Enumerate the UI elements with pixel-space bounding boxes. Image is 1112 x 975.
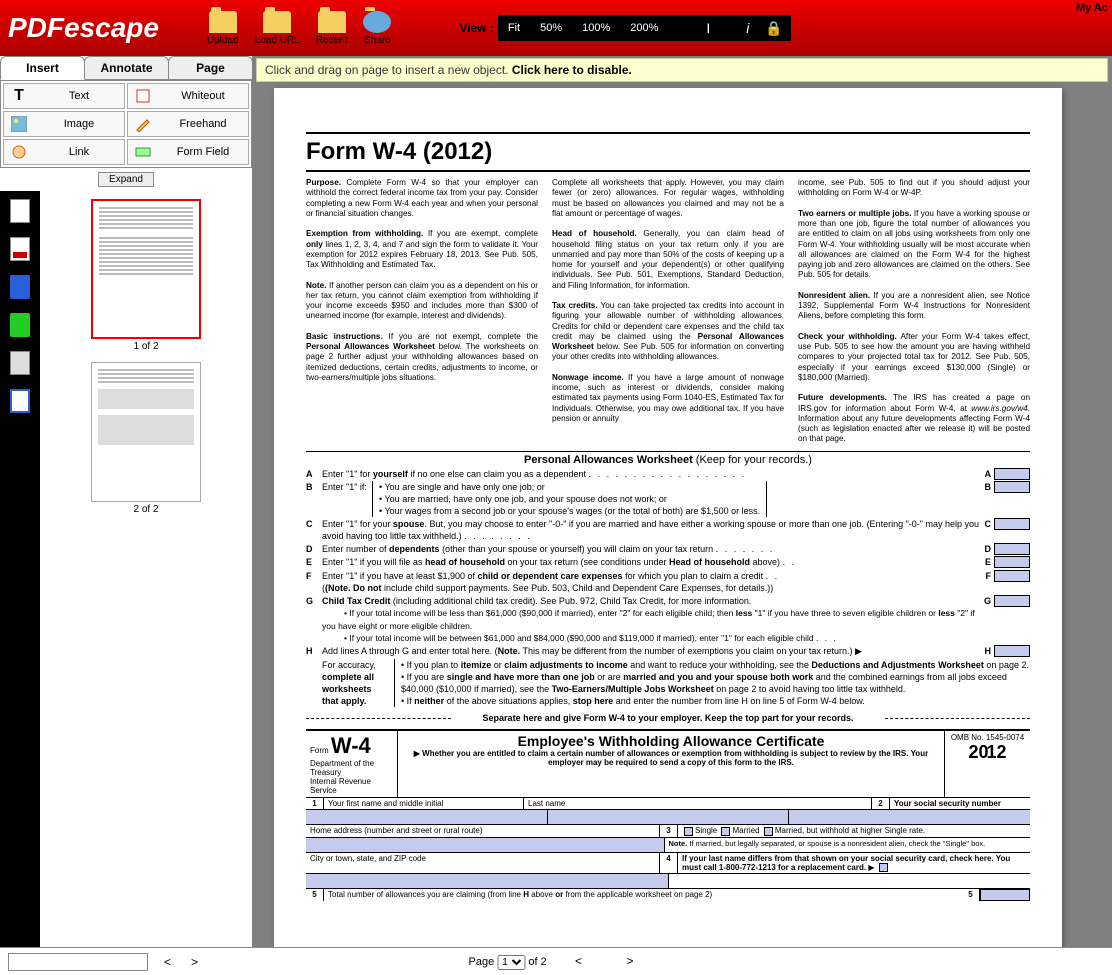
save-icon[interactable] — [10, 275, 30, 299]
page-prev[interactable]: < — [575, 954, 582, 968]
download-icon[interactable] — [10, 313, 30, 337]
thumbnail-2[interactable]: 2 of 2 — [48, 362, 244, 515]
hint-bar: Click and drag on page to insert a new o… — [256, 58, 1108, 82]
zoom-fit[interactable]: Fit — [498, 22, 530, 34]
bottom-bar: < > Page 1 of 2 < > — [0, 947, 1112, 975]
load-url-button[interactable]: Load URL — [255, 11, 300, 46]
city-input[interactable] — [306, 874, 669, 888]
page-next[interactable]: > — [626, 954, 633, 968]
thumbnail-2-label: 2 of 2 — [48, 504, 244, 515]
search-next[interactable]: > — [191, 955, 198, 969]
tool-image[interactable]: Image — [3, 111, 125, 137]
field-D[interactable] — [994, 543, 1030, 555]
text-icon: T — [8, 85, 30, 107]
thumbnail-1[interactable]: 1 of 2 — [48, 199, 244, 352]
chk-name-differs[interactable] — [879, 863, 888, 872]
text-cursor-icon[interactable]: I — [698, 20, 718, 36]
disable-link[interactable]: Click here to disable. — [512, 63, 632, 77]
expand-button[interactable]: Expand — [98, 172, 154, 187]
window-icon[interactable] — [10, 389, 30, 413]
tab-insert[interactable]: Insert — [0, 56, 85, 80]
tab-annotate[interactable]: Annotate — [84, 56, 169, 80]
pencil-icon — [132, 113, 154, 135]
upload-button[interactable]: Upload — [207, 11, 239, 46]
thumbnail-panel: 1 of 2 2 of 2 — [40, 191, 252, 947]
share-button[interactable]: Share — [363, 11, 391, 46]
left-panel: Insert Annotate Page TText Whiteout Imag… — [0, 56, 252, 947]
pdf-page[interactable]: Form W-4 (2012) Purpose. Complete Form W… — [274, 88, 1062, 947]
tool-form-field[interactable]: Form Field — [127, 139, 249, 165]
chk-single[interactable] — [684, 827, 693, 836]
zoom-input[interactable] — [668, 21, 698, 36]
search-prev[interactable]: < — [164, 955, 171, 969]
ssn-input[interactable] — [788, 810, 1030, 824]
link-icon — [8, 141, 30, 163]
field-H[interactable] — [994, 645, 1030, 657]
tool-text[interactable]: TText — [3, 83, 125, 109]
instruction-columns: Purpose. Complete Form W-4 so that your … — [306, 178, 1030, 445]
app-logo: PDFescape — [8, 12, 159, 44]
search-input[interactable] — [8, 953, 148, 971]
image-icon — [8, 113, 30, 135]
zoom-50[interactable]: 50% — [530, 22, 572, 34]
tab-page[interactable]: Page — [168, 56, 253, 80]
zoom-100[interactable]: 100% — [572, 22, 620, 34]
page-select[interactable]: 1 — [497, 955, 525, 970]
form-field-icon — [132, 141, 154, 163]
field-F[interactable] — [994, 570, 1030, 582]
separator: Separate here and give Form W-4 to your … — [306, 713, 1030, 723]
recent-button[interactable]: Recent — [316, 11, 348, 46]
thumbnail-1-label: 1 of 2 — [48, 341, 244, 352]
tool-link[interactable]: Link — [3, 139, 125, 165]
view-label: View : — [459, 21, 493, 35]
zoom-bar: Fit 50% 100% 200% I i 🔒 — [498, 15, 791, 41]
new-page-icon[interactable] — [10, 199, 30, 223]
whiteout-icon — [132, 85, 154, 107]
tool-whiteout[interactable]: Whiteout — [127, 83, 249, 109]
field-B[interactable] — [994, 481, 1030, 493]
tool-freehand[interactable]: Freehand — [127, 111, 249, 137]
zoom-200[interactable]: 200% — [620, 22, 668, 34]
field-C[interactable] — [994, 518, 1030, 530]
my-account-link[interactable]: My Ac — [1076, 2, 1108, 14]
document-area[interactable]: Click and drag on page to insert a new o… — [252, 56, 1112, 947]
info-icon[interactable]: i — [738, 20, 757, 36]
address-input[interactable] — [306, 838, 665, 852]
chk-married[interactable] — [721, 827, 730, 836]
lock-icon[interactable]: 🔒 — [757, 20, 790, 37]
form-title: Form W-4 (2012) — [306, 132, 1030, 172]
chk-married-single[interactable] — [764, 827, 773, 836]
side-icon-column — [0, 191, 40, 947]
top-toolbar: PDFescape Upload Load URL Recent Share V… — [0, 0, 1112, 56]
field-E[interactable] — [994, 556, 1030, 568]
worksheet-heading: Personal Allowances Worksheet (Keep for … — [306, 451, 1030, 466]
lastname-input[interactable] — [548, 810, 789, 824]
field-G[interactable] — [994, 595, 1030, 607]
field-A[interactable] — [994, 468, 1030, 480]
tools-grid: TText Whiteout Image Freehand Link Form … — [0, 80, 252, 168]
pdf-icon[interactable] — [10, 237, 30, 261]
w4-header: Form W-4Department of the TreasuryIntern… — [306, 729, 1030, 798]
print-icon[interactable] — [10, 351, 30, 375]
field-5[interactable] — [980, 889, 1030, 901]
name-input[interactable] — [306, 810, 548, 824]
